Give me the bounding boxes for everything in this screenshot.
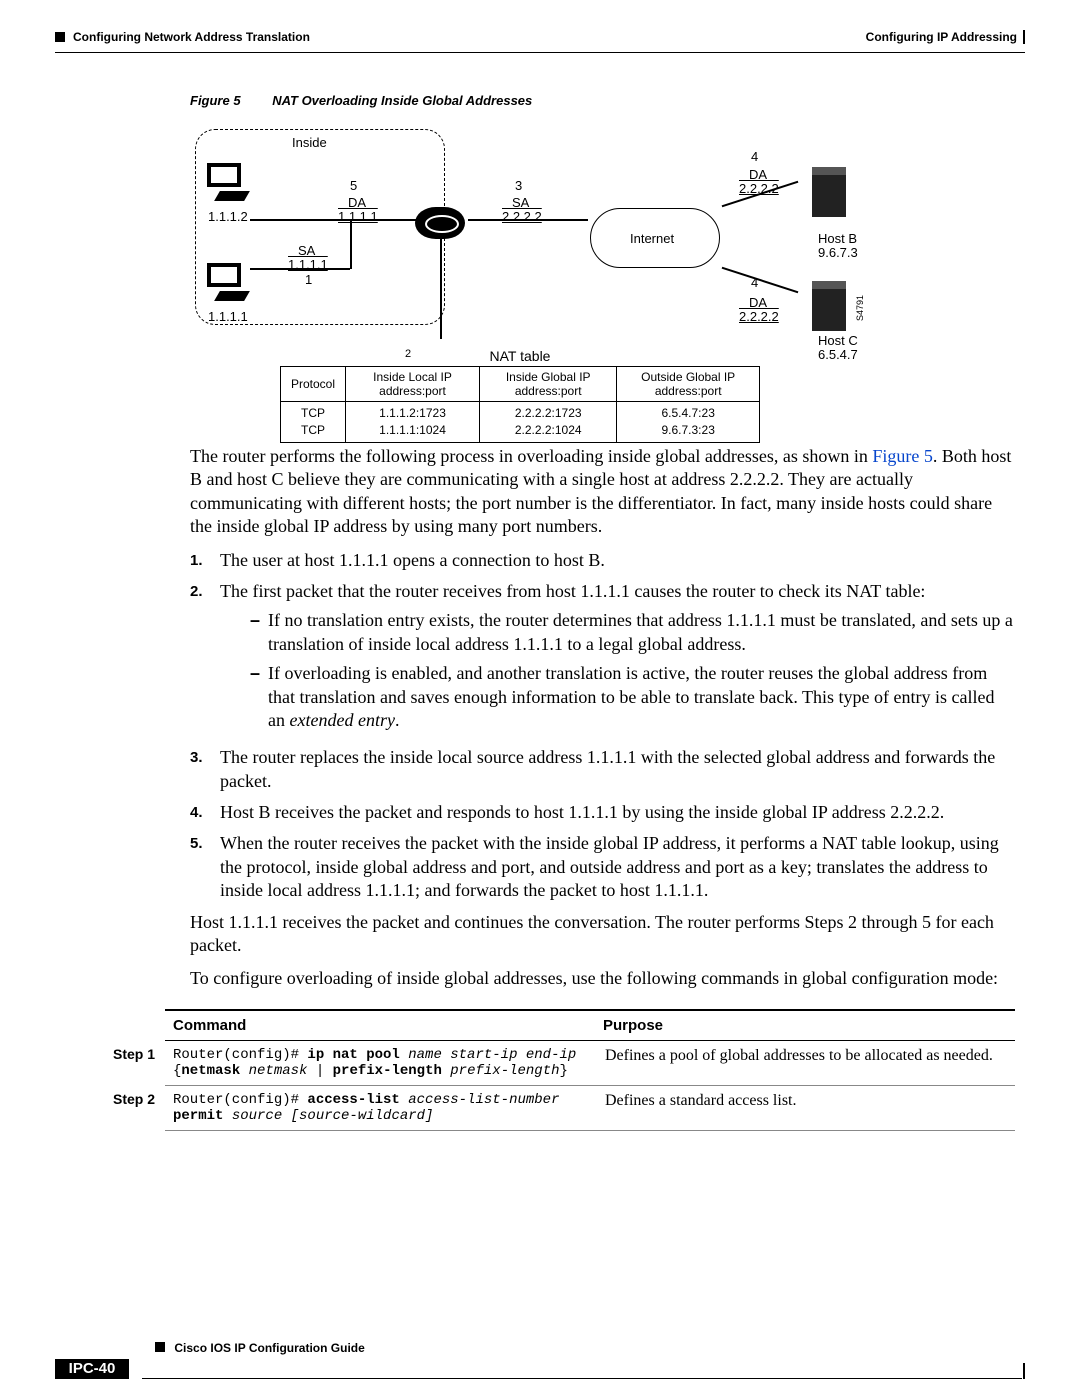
hostc-ip: 6.5.4.7 — [818, 347, 858, 362]
nat-table: Protocol Inside Local IP address:port In… — [280, 366, 760, 443]
host-1111-ip: 1.1.1.1 — [208, 309, 248, 324]
cmd-row-2: Step 2 Router(config)# access-list acces… — [105, 1085, 1015, 1130]
th-purpose: Purpose — [595, 1010, 1015, 1041]
page-number: IPC-40 — [55, 1359, 129, 1379]
nat-r2-out: 9.6.7.3:23 — [661, 423, 714, 437]
nat-row: TCP TCP 1.1.1.2:1723 1.1.1.1:1024 2.2.2.… — [281, 402, 760, 443]
intro-paragraph: The router performs the following proces… — [190, 445, 1015, 539]
annot-3: 3 — [515, 178, 522, 193]
side-code: S4791 — [855, 295, 865, 321]
cmd-text-2: Router(config)# access-list access-list-… — [165, 1085, 595, 1130]
nat-table-wrap: 2 NAT table Protocol Inside Local IP add… — [280, 348, 760, 443]
footer-book-title: Cisco IOS IP Configuration Guide — [174, 1341, 364, 1355]
nat-table-title: 2 NAT table — [280, 348, 760, 364]
nat-title-num: 2 — [405, 348, 411, 360]
command-table: Command Purpose Step 1 Router(config)# i… — [105, 1009, 1015, 1131]
nat-title-text: NAT table — [490, 348, 551, 364]
figure-caption: Figure 5 NAT Overloading Inside Global A… — [190, 93, 1015, 108]
header-left: Configuring Network Address Translation — [73, 30, 310, 44]
footer-rule — [142, 1378, 1022, 1379]
hostc-label: Host C — [818, 333, 858, 348]
header-bar — [1023, 30, 1025, 44]
router-icon — [415, 207, 465, 239]
cmd-step-1: Step 1 — [105, 1040, 165, 1085]
step-4-text: Host B receives the packet and responds … — [220, 801, 944, 824]
wire-mid — [250, 268, 350, 270]
step-2-text: The first packet that the router receive… — [220, 581, 925, 601]
nat-h-outside: Outside Global IP address:port — [617, 367, 760, 402]
hostb-icon — [812, 167, 846, 217]
inside-label: Inside — [292, 135, 327, 150]
nat-r1-local: 1.1.1.2:1723 — [379, 406, 446, 420]
th-command: Command — [165, 1010, 595, 1041]
cmd-step-2: Step 2 — [105, 1085, 165, 1130]
cmd-row-1: Step 1 Router(config)# ip nat pool name … — [105, 1040, 1015, 1085]
sa-label-3: SA — [512, 195, 529, 210]
page-footer: Cisco IOS IP Configuration Guide IPC-40 — [55, 1341, 1025, 1379]
host-1112-icon — [205, 163, 255, 203]
da-label-top: DA — [749, 167, 767, 182]
nat-diagram: Inside 1.1.1.2 1.1.1.1 5 DA 1.1.1.1 SA 1… — [190, 123, 875, 433]
footer-bullet — [155, 1342, 165, 1352]
wire-out — [468, 219, 588, 221]
header-right: Configuring IP Addressing — [866, 30, 1017, 44]
annot-4a: 4 — [751, 149, 758, 164]
header-rule — [55, 52, 1025, 53]
step-2a-text: If no translation entry exists, the rout… — [268, 609, 1015, 656]
hostb-label: Host B — [818, 231, 857, 246]
router-drop — [440, 239, 442, 339]
cmd-text-1: Router(config)# ip nat pool name start-i… — [165, 1040, 595, 1085]
figure-title: NAT Overloading Inside Global Addresses — [272, 93, 532, 108]
nat-h-global: Inside Global IP address:port — [480, 367, 617, 402]
da-label-bot: DA — [749, 295, 767, 310]
nat-r1-proto: TCP — [301, 406, 325, 420]
config-paragraph: To configure overloading of inside globa… — [190, 967, 1015, 990]
da-label-5: DA — [348, 195, 366, 210]
annot-1: 1 — [305, 272, 312, 287]
da-ip-5: 1.1.1.1 — [338, 209, 378, 224]
nat-r2-proto: TCP — [301, 423, 325, 437]
da-ip-top: 2.2.2.2 — [739, 181, 779, 196]
step-1-text: The user at host 1.1.1.1 opens a connect… — [220, 549, 605, 572]
figure-link[interactable]: Figure 5 — [872, 446, 933, 466]
step-3-text: The router replaces the inside local sou… — [220, 746, 1015, 793]
nat-r2-global: 2.2.2.2:1024 — [515, 423, 582, 437]
cmd-purpose-2: Defines a standard access list. — [595, 1085, 1015, 1130]
sa-ip-3: 2.2.2.2 — [502, 209, 542, 224]
nat-h-local: Inside Local IP address:port — [346, 367, 480, 402]
nat-h-protocol: Protocol — [281, 367, 346, 402]
nat-r2-local: 1.1.1.1:1024 — [379, 423, 446, 437]
hostc-icon — [812, 281, 846, 331]
nat-r1-global: 2.2.2.2:1723 — [515, 406, 582, 420]
continuation-paragraph: Host 1.1.1.1 receives the packet and con… — [190, 911, 1015, 958]
cmd-purpose-1: Defines a pool of global addresses to be… — [595, 1040, 1015, 1085]
steps-list: The user at host 1.1.1.1 opens a connect… — [190, 549, 1015, 903]
wire-hostc — [722, 267, 799, 294]
figure-number: Figure 5 — [190, 93, 241, 108]
host-1111-icon — [205, 263, 255, 303]
host-1112-ip: 1.1.1.2 — [208, 209, 248, 224]
da-ip-bot: 2.2.2.2 — [739, 309, 779, 324]
internet-label: Internet — [630, 231, 674, 246]
step-5-text: When the router receives the packet with… — [220, 832, 1015, 902]
header-bullet — [55, 32, 65, 42]
footer-right-bar — [1023, 1363, 1025, 1379]
step-2b-text: If overloading is enabled, and another t… — [268, 662, 1015, 732]
nat-r1-out: 6.5.4.7:23 — [661, 406, 714, 420]
wire-v — [350, 219, 352, 269]
annot-4b: 4 — [751, 275, 758, 290]
annot-5: 5 — [350, 178, 357, 193]
p1-a: The router performs the following proces… — [190, 446, 872, 466]
hostb-ip: 9.6.7.3 — [818, 245, 858, 260]
sa-label-1: SA — [298, 243, 315, 258]
